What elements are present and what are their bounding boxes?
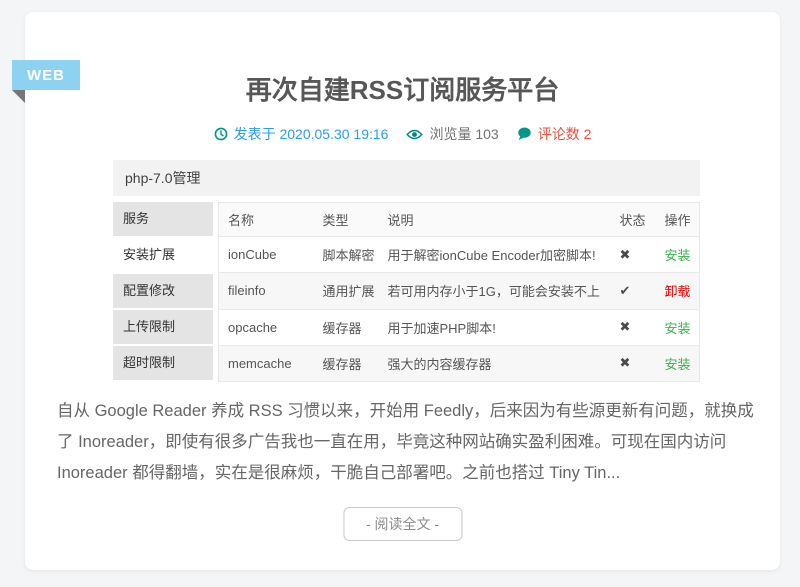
table-row: fileinfo 通用扩展 若可用内存小于1G，可能会安装不上 ✔ 卸载 [219,273,700,309]
sidebar-item-upload-limit[interactable]: 上传限制 [113,310,213,344]
header-type: 类型 [314,203,379,237]
sidebar-item-services[interactable]: 服务 [113,202,213,236]
cell-desc: 强大的内容缓存器 [379,345,611,381]
header-name: 名称 [219,203,314,237]
cell-type: 缓存器 [314,309,379,345]
cell-name: memcache [219,345,314,381]
eye-icon [406,128,423,141]
php-admin-panel: php-7.0管理 服务 安装扩展 配置修改 上传限制 超时限制 名称 类型 说… [113,160,700,382]
table-row: memcache 缓存器 强大的内容缓存器 ✖ 安装 [219,345,700,381]
post-title[interactable]: 再次自建RSS订阅服务平台 [25,70,780,107]
cell-desc: 用于加速PHP脚本! [379,309,611,345]
cell-type: 脚本解密 [314,237,379,273]
ribbon-fold [12,90,25,103]
cell-name: ionCube [219,237,314,273]
comments-meta: 评论数 2 [517,124,592,144]
install-link[interactable]: 安装 [665,248,691,263]
comments-text: 评论数 2 [538,124,592,144]
extensions-table: 名称 类型 说明 状态 操作 ionCube 脚本解密 用于解密ionCube … [218,202,700,382]
comment-icon [517,127,532,141]
read-more-button[interactable]: - 阅读全文 - [343,507,462,541]
sidebar-item-timeout-limit[interactable]: 超时限制 [113,346,213,380]
cell-type: 缓存器 [314,345,379,381]
status-cross-icon: ✖ [611,237,656,273]
cell-type: 通用扩展 [314,273,379,309]
cell-name: opcache [219,309,314,345]
table-row: ionCube 脚本解密 用于解密ionCube Encoder加密脚本! ✖ … [219,237,700,273]
cell-desc: 若可用内存小于1G，可能会安装不上 [379,273,611,309]
views-text: 浏览量 103 [429,124,498,144]
panel-body: 服务 安装扩展 配置修改 上传限制 超时限制 名称 类型 说明 状态 操作 [113,202,700,382]
category-tag-web[interactable]: WEB [12,60,80,90]
post-excerpt: 自从 Google Reader 养成 RSS 习惯以来，开始用 Feedly，… [57,396,757,489]
uninstall-link[interactable]: 卸载 [665,284,691,299]
install-link[interactable]: 安装 [665,321,691,336]
header-action: 操作 [656,203,700,237]
header-status: 状态 [611,203,656,237]
cell-name: fileinfo [219,273,314,309]
clock-icon [214,127,228,141]
table-row: opcache 缓存器 用于加速PHP脚本! ✖ 安装 [219,309,700,345]
header-desc: 说明 [379,203,611,237]
status-check-icon: ✔ [611,273,656,309]
sidebar-item-config-edit[interactable]: 配置修改 [113,274,213,308]
published-text: 发表于 2020.05.30 19:16 [234,124,389,144]
post-meta: 发表于 2020.05.30 19:16 浏览量 103 评论数 2 [25,124,780,144]
status-cross-icon: ✖ [611,345,656,381]
panel-sidebar: 服务 安装扩展 配置修改 上传限制 超时限制 [113,202,213,382]
published-meta: 发表于 2020.05.30 19:16 [214,124,389,144]
views-meta: 浏览量 103 [406,124,498,144]
post-card: 再次自建RSS订阅服务平台 发表于 2020.05.30 19:16 浏览量 1… [25,12,780,570]
install-link[interactable]: 安装 [665,357,691,372]
status-cross-icon: ✖ [611,309,656,345]
cell-desc: 用于解密ionCube Encoder加密脚本! [379,237,611,273]
sidebar-item-install-extensions[interactable]: 安装扩展 [113,238,213,272]
panel-title: php-7.0管理 [113,160,700,196]
table-header-row: 名称 类型 说明 状态 操作 [219,203,700,237]
